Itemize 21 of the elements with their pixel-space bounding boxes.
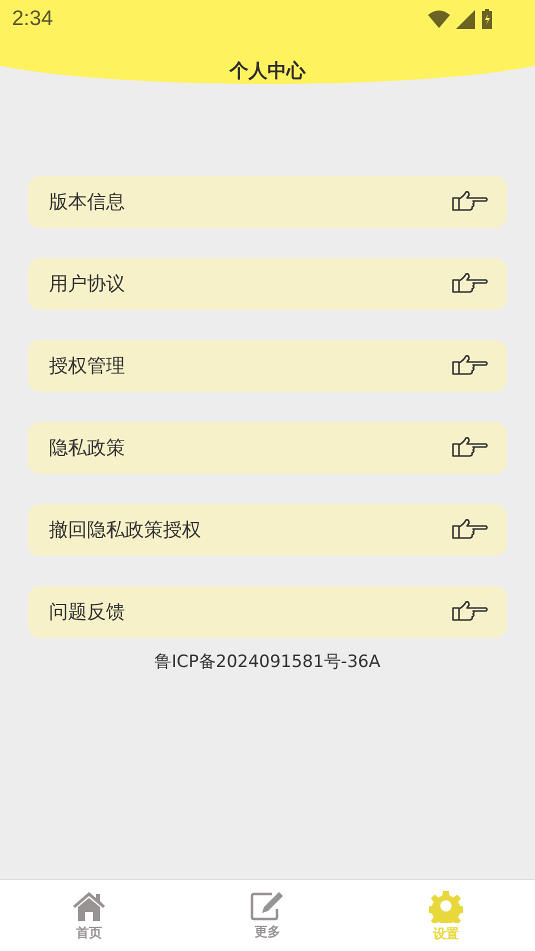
pointing-hand-icon — [451, 190, 489, 214]
pointing-hand-icon — [451, 354, 489, 378]
pointing-hand-icon — [451, 436, 489, 460]
wifi-icon — [428, 10, 450, 28]
menu-item[interactable]: 问题反馈 — [28, 586, 507, 638]
menu-item[interactable]: 授权管理 — [28, 340, 507, 392]
edit-icon — [250, 890, 284, 920]
menu-item[interactable]: 版本信息 — [28, 176, 507, 228]
menu-item[interactable]: 撤回隐私政策授权 — [28, 504, 507, 556]
signal-icon — [456, 10, 475, 28]
settings-icon — [428, 888, 463, 922]
status-time: 2:34 — [12, 7, 53, 31]
pointing-hand-icon — [451, 518, 489, 542]
menu-item[interactable]: 隐私政策 — [28, 422, 507, 474]
icp-license-text: 鲁ICP备2024091581号-36A — [154, 651, 382, 673]
home-icon — [72, 890, 106, 922]
page-title: 个人中心 — [230, 59, 306, 84]
pointing-hand-icon — [451, 272, 489, 296]
menu-item[interactable]: 用户协议 — [28, 258, 507, 310]
pointing-hand-icon — [451, 600, 489, 624]
battery-icon — [481, 9, 493, 29]
